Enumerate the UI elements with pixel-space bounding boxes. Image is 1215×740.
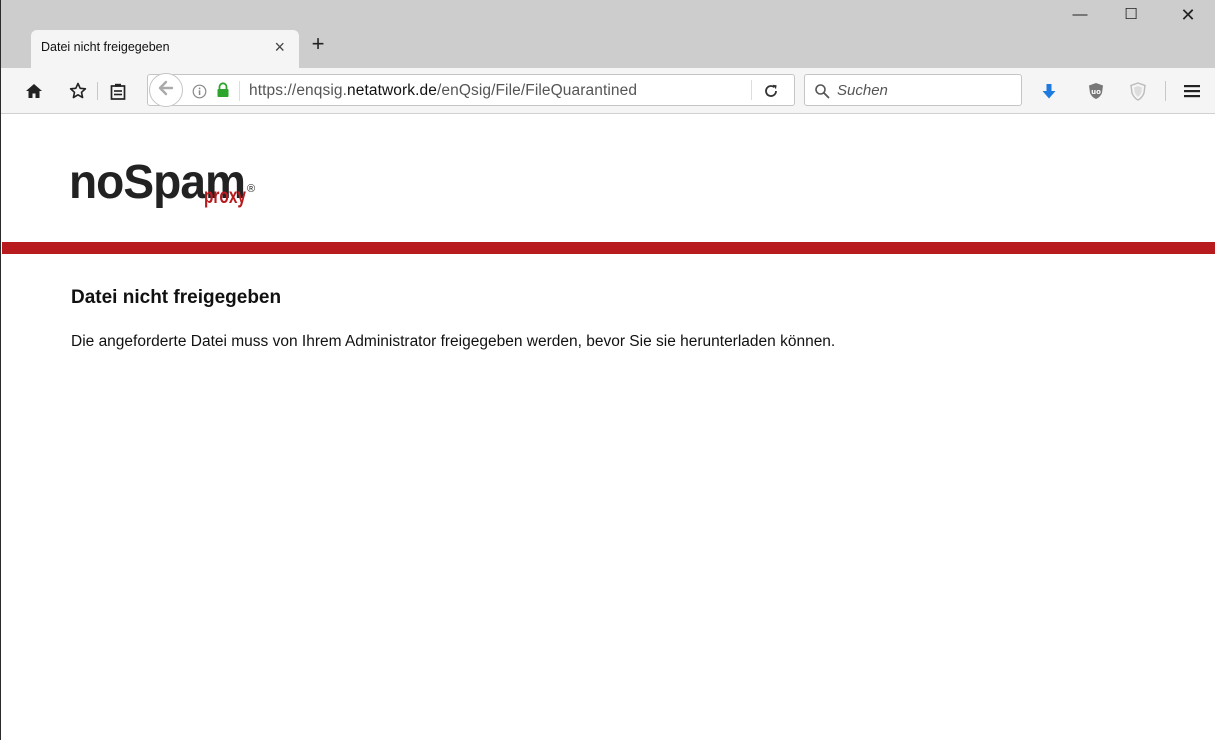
reader-view-icon[interactable] [107, 80, 129, 102]
tab-active[interactable]: Datei nicht freigegeben × [31, 30, 299, 68]
tab-title: Datei nicht freigegeben [41, 40, 170, 54]
search-icon [811, 80, 833, 102]
toolbar-separator [97, 82, 98, 100]
url-separator [239, 81, 240, 101]
home-icon[interactable] [23, 80, 45, 102]
close-window-button[interactable]: ✕ [1165, 0, 1211, 30]
lock-icon[interactable] [215, 79, 231, 101]
url-divider [751, 80, 752, 100]
nav-toolbar: https://enqsig.netatwork.de/enQsig/File/… [1, 68, 1215, 114]
quarantine-message: Die angeforderte Datei muss von Ihrem Ad… [71, 333, 836, 350]
brand-divider [2, 242, 1215, 254]
download-icon[interactable] [1038, 80, 1060, 102]
tab-strip: Datei nicht freigegeben × + — ☐ ✕ [1, 0, 1215, 68]
back-button[interactable] [149, 73, 183, 107]
url-text[interactable]: https://enqsig.netatwork.de/enQsig/File/… [249, 82, 637, 100]
minimize-button[interactable]: — [1057, 0, 1103, 30]
url-path: /enQsig/File/FileQuarantined [436, 82, 638, 99]
ublock-icon[interactable]: uo [1085, 80, 1107, 102]
back-arrow-icon [158, 80, 174, 101]
svg-text:uo: uo [1091, 88, 1101, 96]
url-prefix: https://enqsig. [249, 82, 348, 99]
logo-registered-mark: ® [247, 183, 255, 195]
reload-icon[interactable] [760, 80, 782, 102]
bookmark-star-icon[interactable] [67, 80, 89, 102]
info-icon[interactable] [191, 80, 207, 102]
tab-close-icon[interactable]: × [274, 37, 285, 57]
browser-window: Datei nicht freigegeben × + — ☐ ✕ https:… [0, 0, 1215, 740]
shield-icon[interactable] [1127, 80, 1149, 102]
toolbar-separator [1165, 81, 1166, 101]
new-tab-button[interactable]: + [305, 32, 331, 58]
page-title: Datei nicht freigegeben [71, 287, 282, 308]
nospam-proxy-logo: noSpam proxy ® [69, 150, 299, 210]
menu-icon[interactable] [1181, 80, 1203, 102]
search-placeholder: Suchen [837, 82, 888, 99]
maximize-button[interactable]: ☐ [1108, 0, 1154, 30]
logo-sub-text: proxy [204, 185, 246, 208]
url-domain: netatwork.de [347, 82, 437, 99]
